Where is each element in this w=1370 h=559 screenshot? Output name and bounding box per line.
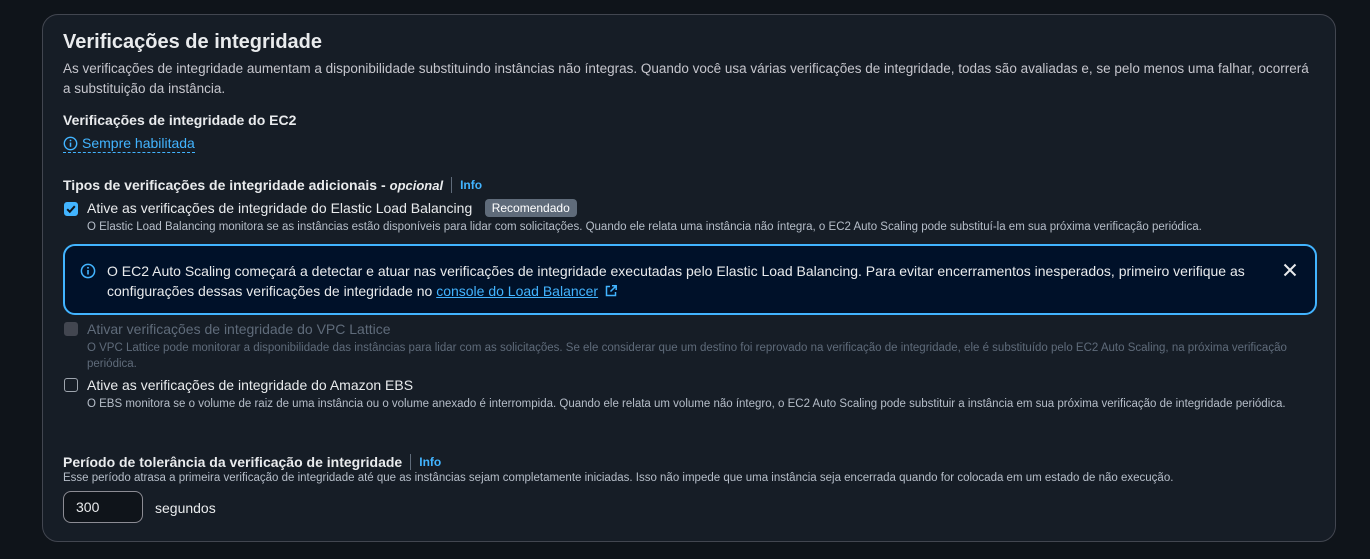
additional-checks-header: Tipos de verificações de integridade adi… [63, 177, 482, 193]
elb-label[interactable]: Ative as verificações de integridade do … [87, 200, 472, 216]
grace-period-description: Esse período atrasa a primeira verificaç… [63, 472, 1174, 484]
ebs-label[interactable]: Ative as verificações de integridade do … [87, 377, 413, 393]
alert-text: O EC2 Auto Scaling começará a detectar e… [107, 263, 1245, 299]
additional-checks-label: Tipos de verificações de integridade adi… [63, 177, 386, 193]
alert-message: O EC2 Auto Scaling começará a detectar e… [107, 261, 1247, 301]
elb-description: O Elastic Load Balancing monitora se as … [87, 221, 1202, 233]
external-link-icon[interactable] [604, 284, 618, 298]
health-checks-panel: Verificações de integridade As verificaç… [42, 14, 1336, 542]
ebs-description: O EBS monitora se o volume de raiz de um… [87, 398, 1286, 410]
elb-label-row: Ative as verificações de integridade do … [87, 199, 577, 218]
info-circle-icon [80, 263, 96, 279]
check-icon [65, 203, 77, 215]
divider [410, 454, 412, 470]
grace-period-input[interactable]: 300 [63, 491, 143, 523]
divider [451, 177, 453, 193]
seconds-unit: segundos [155, 500, 216, 516]
section-title: Verificações de integridade [63, 31, 322, 53]
vpc-lattice-description: O VPC Lattice pode monitorar a disponibi… [87, 342, 1287, 370]
load-balancer-console-link[interactable]: console do Load Balancer [436, 283, 598, 299]
vpc-lattice-checkbox [64, 322, 78, 336]
close-icon[interactable] [1283, 263, 1297, 277]
recommended-badge: Recomendado [484, 199, 577, 217]
ec2-always-enabled[interactable]: Sempre habilitada [63, 135, 195, 153]
section-description: As verificações de integridade aumentam … [63, 61, 1309, 96]
elb-checkbox[interactable] [64, 202, 78, 216]
info-link[interactable]: Info [460, 178, 482, 192]
optional-label: opcional [389, 177, 444, 193]
ec2-status-text: Sempre habilitada [82, 135, 195, 151]
grace-info-link[interactable]: Info [419, 455, 441, 469]
grace-period-header: Período de tolerância da verificação de … [63, 454, 441, 470]
elb-alert: O EC2 Auto Scaling começará a detectar e… [63, 244, 1317, 315]
ebs-checkbox[interactable] [64, 378, 78, 392]
ec2-health-label: Verificações de integridade do EC2 [63, 112, 297, 128]
vpc-lattice-label: Ativar verificações de integridade do VP… [87, 321, 391, 337]
grace-period-label: Período de tolerância da verificação de … [63, 454, 403, 470]
info-circle-icon [63, 136, 78, 151]
